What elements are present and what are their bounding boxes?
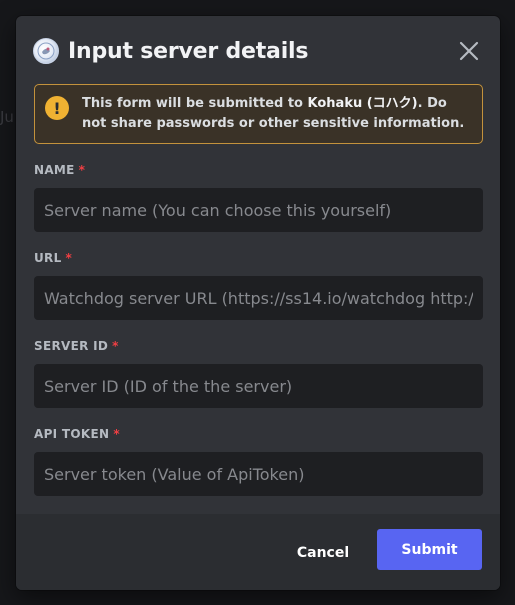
submit-button[interactable]: Submit [377, 529, 482, 570]
api-token-field-label: API TOKEN * [34, 427, 120, 441]
warning-text-before: This form will be submitted to [82, 96, 308, 111]
required-marker: * [112, 339, 119, 353]
app-logo-icon [33, 38, 59, 64]
api-token-label-text: API TOKEN [34, 427, 110, 441]
cancel-button[interactable]: Cancel [288, 538, 358, 568]
watchdog-url-input[interactable] [34, 276, 483, 320]
server-details-modal: Input server details ! This form will be… [16, 16, 500, 590]
server-name-input[interactable] [34, 188, 483, 232]
warning-app-name: Kohaku (コハク) [307, 96, 418, 111]
server-id-field-label: SERVER ID * [34, 339, 119, 353]
required-marker: * [113, 427, 120, 441]
background-text: Ju [0, 108, 14, 126]
modal-title: Input server details [68, 38, 309, 64]
exclamation-icon: ! [45, 96, 69, 120]
required-marker: * [65, 251, 73, 265]
warning-banner: ! This form will be submitted to Kohaku … [34, 84, 483, 144]
server-id-label-text: SERVER ID [34, 339, 109, 353]
name-field-label: NAME * [34, 163, 85, 177]
modal-header: Input server details [33, 36, 484, 66]
required-marker: * [78, 163, 86, 177]
name-label-text: NAME [34, 163, 75, 177]
warning-text: This form will be submitted to Kohaku (コ… [82, 94, 470, 134]
modal-footer: Cancel Submit [16, 514, 500, 590]
close-icon [459, 41, 479, 61]
close-button[interactable] [454, 36, 484, 66]
api-token-input[interactable] [34, 452, 483, 496]
server-id-input[interactable] [34, 364, 483, 408]
url-label-text: URL [34, 251, 62, 265]
url-field-label: URL * [34, 251, 72, 265]
